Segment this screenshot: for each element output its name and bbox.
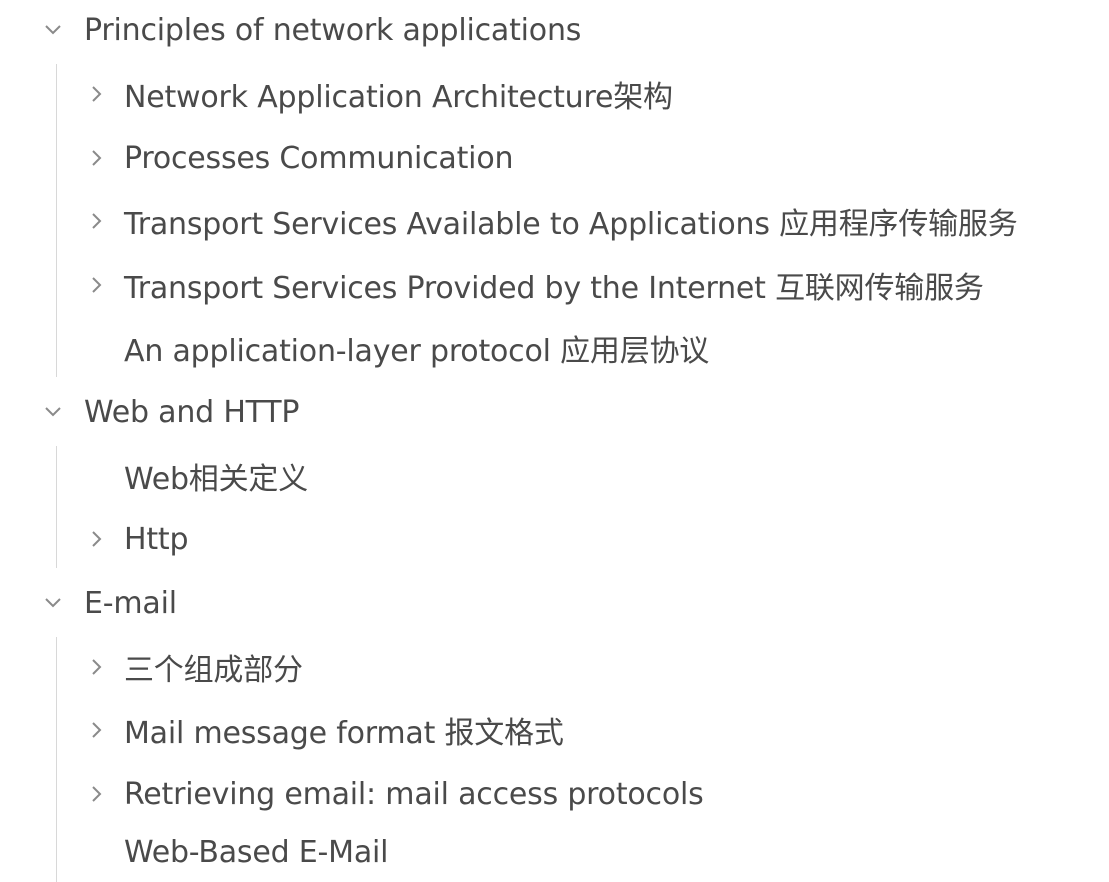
outline-item-label: An application-layer protocol 应用层协议 <box>124 334 710 369</box>
chevron-right-icon[interactable] <box>86 210 108 232</box>
outline-section-label: E-mail <box>84 585 177 621</box>
outline-item-label: Retrieving email: mail access protocols <box>124 776 704 812</box>
chevron-right-icon[interactable] <box>86 719 108 741</box>
outline-section-label: Principles of network applications <box>84 12 582 48</box>
outline-item-label: Web-Based E-Mail <box>124 834 389 870</box>
outline-item-label: Network Application Architecture架构 <box>124 80 673 115</box>
outline-item-label: Processes Communication <box>124 140 514 176</box>
chevron-down-icon[interactable] <box>42 592 64 614</box>
chevron-right-icon[interactable] <box>86 528 108 550</box>
chevron-right-icon[interactable] <box>86 783 108 805</box>
chevron-right-icon[interactable] <box>86 147 108 169</box>
indent-guide <box>56 637 57 882</box>
outline-item-label: Http <box>124 521 189 557</box>
indent-guide <box>56 64 57 377</box>
outline-item-label: Transport Services Provided by the Inter… <box>124 271 984 306</box>
outline-item-label: Web相关定义 <box>124 462 309 497</box>
chevron-right-icon[interactable] <box>86 656 108 678</box>
chevron-down-icon[interactable] <box>42 19 64 41</box>
outline-item-label: Transport Services Available to Applicat… <box>124 207 1018 242</box>
outline-item-label: 三个组成部分 <box>124 653 303 688</box>
indent-guide <box>56 446 57 568</box>
chevron-right-icon[interactable] <box>86 274 108 296</box>
outline-item-label: Mail message format 报文格式 <box>124 716 564 751</box>
chevron-right-icon[interactable] <box>86 83 108 105</box>
outline-section-label: Web and HTTP <box>84 394 300 430</box>
chevron-down-icon[interactable] <box>42 401 64 423</box>
